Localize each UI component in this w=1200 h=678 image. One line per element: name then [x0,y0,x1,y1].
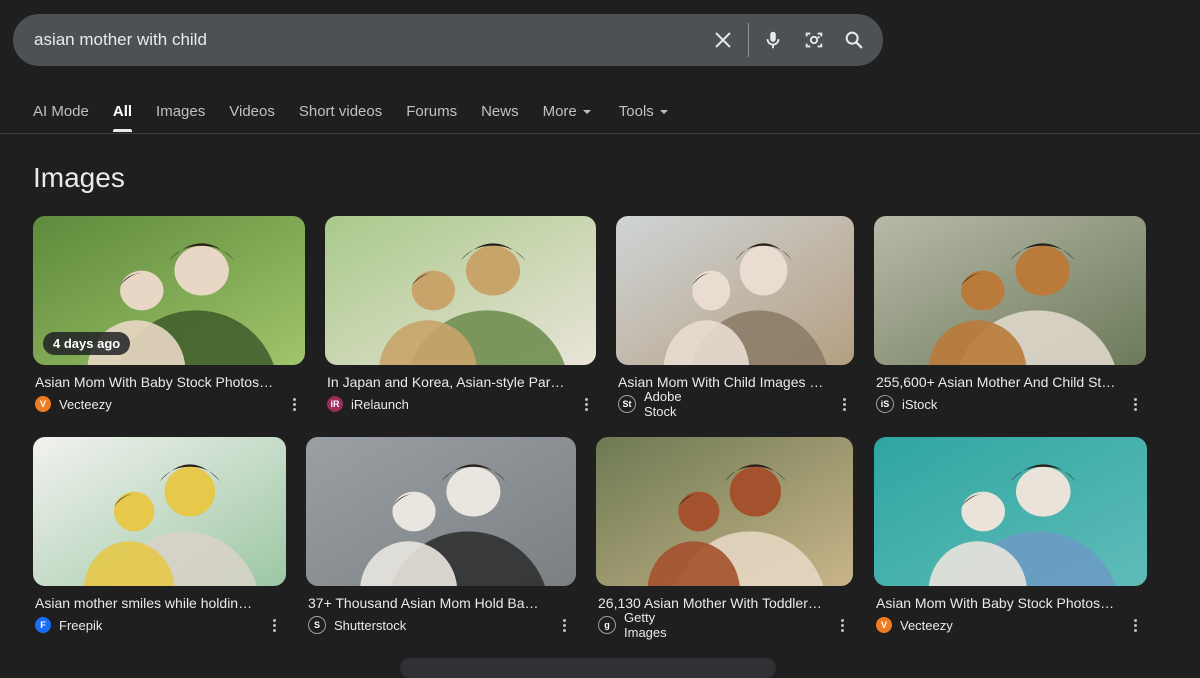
source-favicon-icon: iS [876,395,894,413]
image-result-title[interactable]: Asian Mom With Baby Stock Photos, Images… [876,595,1117,611]
tab-ai-mode[interactable]: AI Mode [33,100,89,126]
image-result-title[interactable]: 37+ Thousand Asian Mom Hold Baby Royalty… [308,595,546,611]
source-favicon-icon: F [35,617,51,633]
image-thumbnail[interactable] [306,437,576,586]
source-name: Getty Images [624,610,667,640]
image-result-title[interactable]: 26,130 Asian Mother With Toddler Stock .… [598,595,824,611]
chevron-down-icon [659,110,668,114]
more-options-icon[interactable] [834,616,850,634]
more-options-icon[interactable] [1127,616,1143,634]
tab-images[interactable]: Images [156,100,205,126]
tab-forums[interactable]: Forums [406,100,457,126]
image-thumbnail[interactable] [874,216,1146,365]
search-tabs: AI Mode All Images Videos Short videos F… [33,100,692,132]
images-section-title: Images [33,162,125,193]
image-result-source[interactable]: S Shutterstock [308,616,406,634]
tab-short-videos[interactable]: Short videos [299,100,382,126]
image-result-source[interactable]: V Vecteezy [35,395,112,413]
image-result-source[interactable]: iS iStock [876,395,937,413]
source-name: Adobe Stock [644,389,682,419]
source-name: iRelaunch [351,396,409,412]
image-thumbnail[interactable]: 4 days ago [33,216,305,365]
lens-camera-icon[interactable] [801,27,827,53]
search-icon[interactable] [841,27,867,53]
image-result-title[interactable]: In Japan and Korea, Asian-style Parentin… [327,374,568,390]
source-favicon-icon: S [308,616,326,634]
source-name: Vecteezy [59,396,112,412]
image-result-source[interactable]: iR iRelaunch [327,395,409,413]
image-result-title[interactable]: 255,600+ Asian Mother And Child Stock Ph… [876,374,1117,390]
image-result-source[interactable]: g Getty Images [598,610,667,640]
image-result-title[interactable]: Asian Mom With Baby Stock Photos, Images… [35,374,276,390]
image-thumbnail[interactable] [874,437,1147,586]
tab-tools[interactable]: Tools [619,100,668,126]
tab-more[interactable]: More [543,100,591,126]
tabs-divider [0,133,1200,134]
search-bar[interactable]: asian mother with child [13,14,883,66]
more-options-icon[interactable] [1127,395,1143,413]
image-thumbnail[interactable] [33,437,286,586]
more-options-icon[interactable] [266,616,282,634]
more-results-button[interactable] [400,658,776,678]
more-options-icon[interactable] [836,395,852,413]
more-options-icon[interactable] [286,395,302,413]
source-name: iStock [902,396,938,412]
source-name: Shutterstock [334,617,407,633]
image-result-title[interactable]: Asian Mom With Child Images – Browse ... [618,374,826,390]
source-favicon-icon: V [35,396,51,412]
close-icon[interactable] [710,27,736,53]
image-thumbnail[interactable] [596,437,853,586]
more-options-icon[interactable] [556,616,572,634]
search-divider [748,23,749,57]
source-favicon-icon: St [618,395,636,413]
source-name: Freepik [59,617,103,633]
image-result-source[interactable]: F Freepik [35,616,102,634]
image-thumbnail[interactable] [616,216,854,365]
tab-videos[interactable]: Videos [229,100,275,126]
chevron-down-icon [582,110,591,114]
microphone-icon[interactable] [760,27,786,53]
source-name: Vecteezy [900,617,953,633]
tab-all[interactable]: All [112,100,133,132]
image-result-source[interactable]: V Vecteezy [876,616,953,634]
tab-news[interactable]: News [481,100,519,126]
image-thumbnail[interactable] [325,216,596,365]
image-result-title[interactable]: Asian mother smiles while holding her ..… [35,595,256,611]
recency-badge: 4 days ago [43,332,131,355]
source-favicon-icon: iR [327,396,343,412]
image-result-source[interactable]: St Adobe Stock [618,389,682,419]
more-options-icon[interactable] [578,395,594,413]
source-favicon-icon: g [598,616,616,634]
source-favicon-icon: V [876,617,892,633]
search-input[interactable]: asian mother with child [34,14,207,66]
